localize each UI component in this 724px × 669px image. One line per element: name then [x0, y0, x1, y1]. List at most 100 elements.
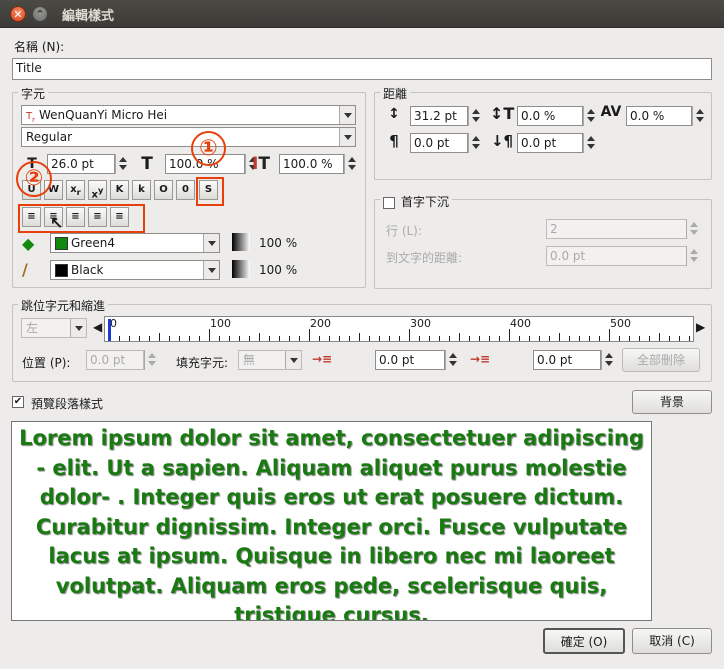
tracking-spinner[interactable] [583, 106, 597, 126]
fill-swatch [55, 237, 68, 250]
vertical-scale-spinner[interactable] [344, 154, 358, 174]
ruler-tick [419, 336, 420, 341]
preview-label: 預覽段落樣式 [31, 397, 104, 411]
space-after-input[interactable]: 0.0 pt [517, 133, 583, 153]
ruler-tick [199, 336, 200, 341]
name-input[interactable]: Title [12, 58, 712, 80]
ruler-label: 500 [610, 317, 631, 330]
indent-marker[interactable] [108, 319, 111, 341]
highlight-alignment-box [18, 204, 145, 233]
ruler-tick [169, 336, 170, 341]
font-family-value: WenQuanYi Micro Hei [39, 108, 168, 122]
ruler-tick [449, 336, 450, 341]
tab-align-select[interactable]: 左 [21, 318, 87, 338]
kerning-input[interactable]: 0.0 % [626, 106, 692, 126]
ruler-tick [129, 336, 130, 341]
font-size-spinner[interactable] [115, 154, 129, 174]
line-spacing-input[interactable]: 31.2 pt [410, 106, 468, 126]
font-family-select[interactable]: Tr WenQuanYi Micro Hei [21, 105, 356, 125]
font-icon: Tr [26, 111, 35, 124]
ruler-label: 100 [210, 317, 231, 330]
ruler-right-arrow-icon[interactable]: ▶ [696, 320, 705, 334]
vertical-scale-icon: IT [252, 154, 270, 174]
window-title: 編輯樣式 [62, 9, 115, 24]
tracking-input[interactable]: 0.0 % [517, 106, 583, 126]
fill-shade-value[interactable]: 100 % [259, 236, 297, 250]
font-style-select[interactable]: Regular [21, 127, 356, 147]
tab-align-value: 左 [26, 321, 39, 335]
ruler-tick [529, 336, 530, 341]
superscript-button[interactable]: xy [88, 180, 107, 200]
ruler-tick [499, 336, 500, 341]
ruler-tick [569, 336, 570, 341]
ruler-label: 0 [110, 317, 117, 330]
spacing-group-title: 距離 [380, 85, 411, 102]
dropcap-checkbox[interactable] [383, 196, 395, 209]
space-before-input[interactable]: 0.0 pt [410, 133, 468, 153]
dropcap-title: 首字下沉 [401, 195, 450, 209]
ruler-tick [489, 336, 490, 341]
ok-button[interactable]: 確定 (O) [543, 628, 625, 654]
dropcap-lines-spinner[interactable] [686, 219, 700, 239]
space-before-icon: ¶ [389, 132, 399, 150]
fill-color-select[interactable]: Green4 [50, 233, 220, 253]
chevron-down-icon [339, 128, 355, 146]
ruler-tick [369, 336, 370, 341]
line-spacing-spinner[interactable] [468, 106, 482, 126]
ruler-tick [299, 336, 300, 341]
ruler-tick [579, 336, 580, 341]
stroke-color-select[interactable]: Black [50, 260, 220, 280]
kerning-spinner[interactable] [692, 106, 706, 126]
font-size-input[interactable]: 26.0 pt [47, 154, 115, 174]
space-before-spinner[interactable] [468, 133, 482, 153]
dropcap-distance-input[interactable]: 0.0 pt [546, 246, 688, 266]
fill-char-select[interactable]: 無 [238, 350, 302, 370]
first-line-indent-spinner[interactable] [445, 350, 459, 370]
ruler-tick [209, 329, 210, 341]
minimize-icon[interactable]: ⌃ [32, 6, 48, 22]
dropcap-distance-spinner[interactable] [686, 246, 700, 266]
subscript-button[interactable]: xr [66, 180, 85, 200]
space-after-spinner[interactable] [583, 133, 597, 153]
tab-position-input[interactable]: 0.0 pt [86, 350, 144, 370]
preview-pane: Lorem ipsum dolor sit amet, consectetuer… [11, 421, 652, 621]
ruler-tick [679, 336, 680, 341]
outline-button[interactable]: 0 [176, 180, 195, 200]
stroke-shade-value[interactable]: 100 % [259, 263, 297, 277]
ruler-tick [459, 333, 460, 341]
dropcap-lines-input[interactable]: 2 [546, 219, 688, 239]
ruler-tick [609, 329, 610, 341]
preview-checkbox[interactable]: ✔ [12, 396, 24, 408]
vertical-scale-input[interactable]: 100.0 % [279, 154, 344, 174]
left-indent-spinner[interactable] [601, 350, 615, 370]
close-icon[interactable]: ✕ [10, 6, 26, 22]
title-bar: ✕ ⌃ 編輯樣式 [0, 0, 724, 28]
annotation-marker-1: ① [191, 131, 226, 166]
delete-all-button[interactable]: 全部刪除 [622, 348, 700, 372]
strikethrough-button[interactable]: O [154, 180, 173, 200]
left-indent-icon: →≡ [470, 352, 491, 366]
all-caps-button[interactable]: K [110, 180, 129, 200]
dropcap-distance-label: 到文字的距離: [386, 251, 463, 265]
ruler-left-arrow-icon[interactable]: ◀ [93, 320, 102, 334]
small-caps-button[interactable]: k [132, 180, 151, 200]
ruler-tick [149, 336, 150, 341]
character-group-title: 字元 [18, 85, 49, 102]
dropcap-lines-label: 行 (L): [386, 224, 422, 238]
tab-ruler[interactable]: 0 100 200 300 400 500 [104, 316, 694, 342]
stroke-color-value: Black [71, 263, 104, 277]
first-line-indent-input[interactable]: 0.0 pt [375, 350, 445, 370]
ruler-tick [249, 336, 250, 341]
ruler-tick [329, 336, 330, 341]
background-button[interactable]: 背景 [632, 390, 712, 414]
tab-position-spinner[interactable] [144, 350, 158, 370]
preview-text: Lorem ipsum dolor sit amet, consectetuer… [19, 426, 644, 621]
ruler-tick [179, 336, 180, 341]
ruler-tick [349, 336, 350, 341]
ruler-tick [279, 336, 280, 341]
ruler-tick [309, 329, 310, 341]
left-indent-input[interactable]: 0.0 pt [533, 350, 601, 370]
fill-char-label: 填充字元: [176, 356, 229, 370]
tracking-icon: ↕T [490, 104, 515, 123]
cancel-button[interactable]: 取消 (C) [632, 628, 712, 654]
